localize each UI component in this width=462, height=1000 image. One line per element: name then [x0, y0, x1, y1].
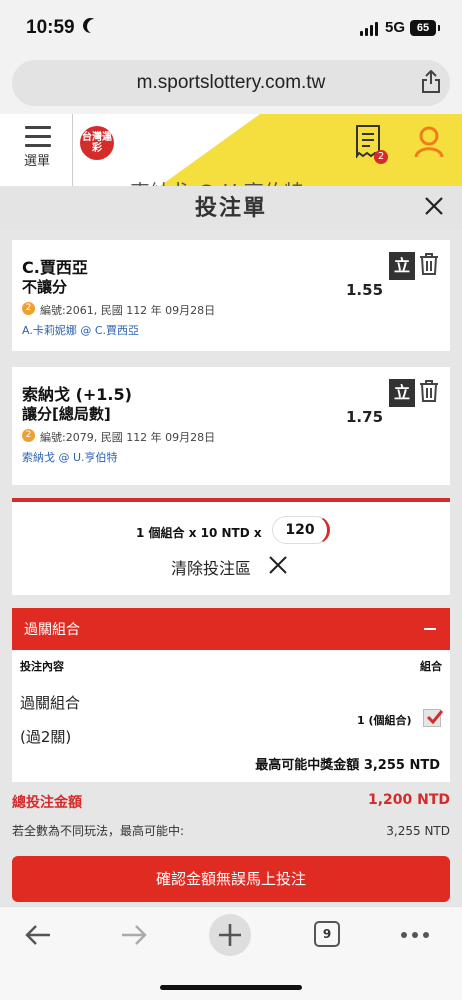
parlay-name: 過關組合	[20, 694, 81, 712]
selection-odds: 1.55	[346, 281, 384, 299]
moon-icon	[87, 19, 102, 34]
total-stake-label: 總投注金額	[12, 795, 82, 811]
trash-icon[interactable]	[419, 380, 439, 402]
back-icon[interactable]	[24, 921, 52, 949]
bet-slip-header: 投注單	[0, 186, 462, 230]
multiplier-input[interactable]: 120	[272, 516, 330, 544]
game-number-badge: 2	[22, 302, 35, 315]
parlay-checkbox[interactable]	[423, 709, 443, 727]
game-number-badge: 2	[22, 429, 35, 442]
selection-match-link[interactable]: 索納戈 @ U.亨伯特	[22, 449, 118, 465]
battery-icon: 65	[410, 20, 440, 36]
more-icon[interactable]	[400, 931, 430, 939]
bet-slip-title: 投注單	[194, 196, 267, 221]
divider	[72, 114, 73, 186]
parlay-header[interactable]: 過關組合	[12, 608, 450, 650]
menu-icon[interactable]	[22, 126, 54, 153]
total-stake-value: 1,200 NTD	[367, 792, 450, 808]
signal-icon	[360, 22, 380, 36]
selection-card: 索納戈 (+1.5) 讓分[總局數] 1.75 2 編號:2079, 民國 11…	[12, 367, 450, 485]
single-bet-button[interactable]: 立	[389, 252, 415, 280]
cart-count-badge: 2	[374, 150, 388, 164]
user-icon[interactable]	[414, 126, 444, 158]
selection-odds: 1.75	[346, 408, 384, 426]
close-icon[interactable]	[424, 196, 444, 216]
confirm-bet-button[interactable]: 確認金額無誤馬上投注	[12, 856, 450, 902]
column-header-combo: 組合	[420, 660, 442, 673]
new-tab-button[interactable]	[209, 914, 251, 956]
potential-win-note: 若全數為不同玩法，最高可能中:	[12, 824, 185, 838]
max-payout: 最高可能中獎金額 3,255 NTD	[255, 754, 440, 773]
selection-info: 編號:2079, 民國 112 年 09月28日	[40, 431, 216, 444]
selection-market: 不讓分	[22, 278, 68, 296]
plus-icon	[219, 924, 241, 946]
network-label: 5G	[385, 19, 406, 36]
forward-icon[interactable]	[120, 921, 148, 949]
tabs-button[interactable]: 9	[314, 921, 340, 947]
collapse-icon[interactable]	[424, 628, 436, 630]
single-bet-button[interactable]: 立	[389, 379, 415, 407]
clear-slip-label[interactable]: 清除投注區	[171, 555, 251, 579]
clear-icon[interactable]	[269, 556, 287, 574]
selection-card: C.賈西亞 不讓分 1.55 2 編號:2061, 民國 112 年 09月28…	[12, 240, 450, 351]
selection-name: C.賈西亞	[22, 258, 88, 277]
parlay-body: 投注內容 組合 過關組合 (過2關) 1 (個組合) 最高可能中獎金額 3,25…	[12, 650, 450, 782]
selection-info: 編號:2061, 民國 112 年 09月28日	[40, 304, 216, 317]
site-logo[interactable]: 台灣運彩	[80, 126, 114, 160]
home-indicator	[160, 985, 302, 990]
trash-icon[interactable]	[419, 253, 439, 275]
browser-toolbar: 9	[0, 906, 462, 1000]
background-match-title: 索納戈 @ U.亨伯特	[130, 176, 304, 186]
browser-url-area: m.sportslottery.com.tw	[0, 58, 462, 114]
url-text: m.sportslottery.com.tw	[136, 72, 326, 93]
column-header-content: 投注內容	[20, 660, 64, 673]
status-bar: 10:59 5G 65	[0, 0, 462, 58]
clock: 10:59	[26, 17, 75, 38]
stake-panel: 1 個組合 x 10 NTD x 120 清除投注區	[12, 498, 450, 595]
parlay-legs: (過2關)	[20, 728, 72, 746]
combo-summary: 1 個組合 x 10 NTD x	[136, 526, 262, 540]
potential-win-value: 3,255 NTD	[386, 824, 450, 838]
selection-name: 索納戈 (+1.5)	[22, 385, 132, 404]
selection-market: 讓分[總局數]	[22, 405, 111, 423]
address-bar[interactable]: m.sportslottery.com.tw	[12, 60, 450, 106]
combo-count: 1 (個組合)	[357, 714, 412, 727]
max-payout-label: 最高可能中獎金額	[255, 758, 360, 773]
share-icon[interactable]	[420, 70, 442, 94]
menu-label[interactable]: 選單	[24, 150, 50, 169]
selection-match-link[interactable]: A.卡莉妮娜 @ C.賈西亞	[22, 322, 139, 338]
max-payout-value: 3,255 NTD	[363, 758, 440, 773]
check-icon	[426, 710, 443, 725]
parlay-header-label: 過關組合	[24, 622, 80, 638]
site-header: 選單 台灣運彩 2 索納戈 @ U.亨伯特	[0, 114, 462, 186]
